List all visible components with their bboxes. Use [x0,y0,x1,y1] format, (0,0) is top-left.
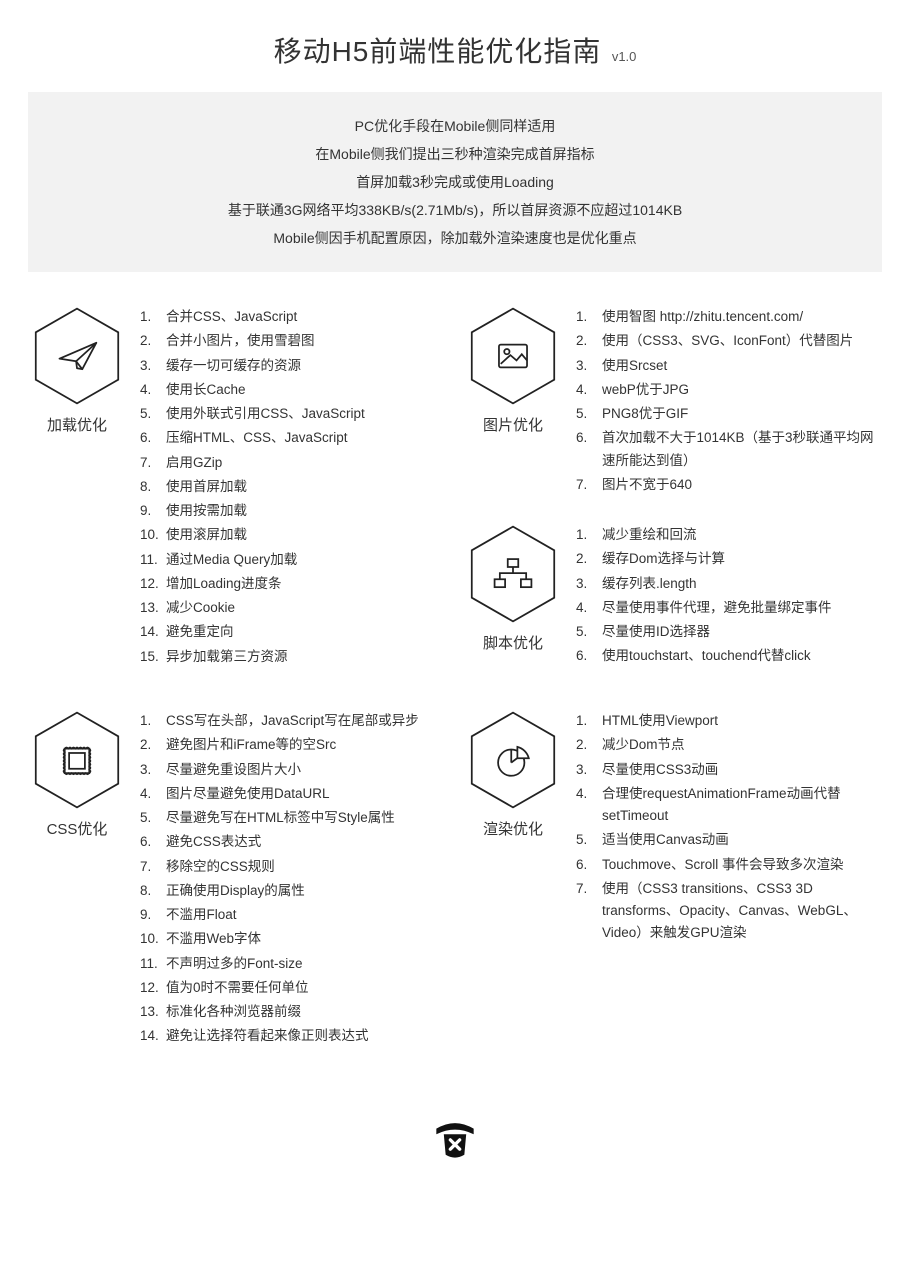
list-item: 合理使requestAnimationFrame动画代替setTimeout [576,783,882,828]
section-css: CSS优化 CSS写在头部，JavaScript写在尾部或异步避免图片和iFra… [28,710,446,1050]
section-load: 加载优化 合并CSS、JavaScript合并小图片，使用雪碧图缓存一切可缓存的… [28,306,446,670]
list-item: 值为0时不需要任何单位 [140,977,419,999]
list-item: 使用（CSS3、SVG、IconFont）代替图片 [576,330,882,352]
footer-logo [28,1110,882,1171]
section-label: CSS优化 [28,818,126,839]
list-item: 避免让选择符看起来像正则表达式 [140,1025,419,1047]
section-label: 渲染优化 [464,818,562,839]
list-render: HTML使用Viewport减少Dom节点尽量使用CSS3动画合理使reques… [576,710,882,947]
list-item: 移除空的CSS规则 [140,856,419,878]
list-item: 使用长Cache [140,379,365,401]
list-item: 尽量避免写在HTML标签中写Style属性 [140,807,419,829]
intro-line: Mobile侧因手机配置原因，除加载外渲染速度也是优化重点 [38,224,872,252]
list-item: 使用（CSS3 transitions、CSS3 3D transforms、O… [576,878,882,945]
list-item: CSS写在头部，JavaScript写在尾部或异步 [140,710,419,732]
list-item: PNG8优于GIF [576,403,882,425]
list-load: 合并CSS、JavaScript合并小图片，使用雪碧图缓存一切可缓存的资源使用长… [140,306,365,670]
intro-line: 基于联通3G网络平均338KB/s(2.71Mb/s)，所以首屏资源不应超过10… [38,196,872,224]
list-item: 合并CSS、JavaScript [140,306,365,328]
list-item: 减少重绘和回流 [576,524,832,546]
stamp-icon [33,710,121,810]
list-item: 正确使用Display的属性 [140,880,419,902]
list-item: Touchmove、Scroll 事件会导致多次渲染 [576,854,882,876]
list-item: 适当使用Canvas动画 [576,829,882,851]
list-item: 避免重定向 [140,621,365,643]
list-item: 图片尽量避免使用DataURL [140,783,419,805]
intro-line: 首屏加载3秒完成或使用Loading [38,168,872,196]
list-item: 使用touchstart、touchend代替click [576,645,832,667]
section-image: 图片优化 使用智图 http://zhitu.tencent.com/使用（CS… [464,306,882,498]
list-item: 使用外联式引用CSS、JavaScript [140,403,365,425]
list-item: 不滥用Float [140,904,419,926]
list-item: 不滥用Web字体 [140,928,419,950]
list-item: 使用按需加载 [140,500,365,522]
image-icon [469,306,557,406]
pie-icon [469,710,557,810]
list-item: 缓存Dom选择与计算 [576,548,832,570]
list-item: 减少Cookie [140,597,365,619]
list-item: 缓存列表.length [576,573,832,595]
list-item: 尽量避免重设图片大小 [140,759,419,781]
list-item: 通过Media Query加载 [140,549,365,571]
tree-icon [469,524,557,624]
list-item: 使用首屏加载 [140,476,365,498]
list-item: 压缩HTML、CSS、JavaScript [140,427,365,449]
list-item: 增加Loading进度条 [140,573,365,595]
list-image: 使用智图 http://zhitu.tencent.com/使用（CSS3、SV… [576,306,882,498]
list-css: CSS写在头部，JavaScript写在尾部或异步避免图片和iFrame等的空S… [140,710,419,1050]
list-item: 标准化各种浏览器前缀 [140,1001,419,1023]
list-item: 尽量使用事件代理，避免批量绑定事件 [576,597,832,619]
section-script: 脚本优化 减少重绘和回流缓存Dom选择与计算缓存列表.length尽量使用事件代… [464,524,882,670]
list-item: webP优于JPG [576,379,882,401]
list-item: 使用智图 http://zhitu.tencent.com/ [576,306,882,328]
list-script: 减少重绘和回流缓存Dom选择与计算缓存列表.length尽量使用事件代理，避免批… [576,524,832,670]
list-item: 图片不宽于640 [576,474,882,496]
list-item: 避免CSS表达式 [140,831,419,853]
page-version: v1.0 [612,49,637,64]
intro-box: PC优化手段在Mobile侧同样适用 在Mobile侧我们提出三秒种渲染完成首屏… [28,92,882,272]
list-item: 尽量使用ID选择器 [576,621,832,643]
list-item: 使用滚屏加载 [140,524,365,546]
list-item: 使用Srcset [576,355,882,377]
list-item: 合并小图片，使用雪碧图 [140,330,365,352]
list-item: 首次加载不大于1014KB（基于3秒联通平均网速所能达到值） [576,427,882,472]
section-render: 渲染优化 HTML使用Viewport减少Dom节点尽量使用CSS3动画合理使r… [464,710,882,1050]
list-item: 避免图片和iFrame等的空Src [140,734,419,756]
section-label: 加载优化 [28,414,126,435]
list-item: 异步加载第三方资源 [140,646,365,668]
list-item: 不声明过多的Font-size [140,953,419,975]
intro-line: PC优化手段在Mobile侧同样适用 [38,112,872,140]
list-item: 缓存一切可缓存的资源 [140,355,365,377]
intro-line: 在Mobile侧我们提出三秒种渲染完成首屏指标 [38,140,872,168]
paper-plane-icon [33,306,121,406]
list-item: 启用GZip [140,452,365,474]
section-label: 图片优化 [464,414,562,435]
list-item: 尽量使用CSS3动画 [576,759,882,781]
list-item: HTML使用Viewport [576,710,882,732]
page-title: 移动H5前端性能优化指南 [274,36,602,67]
section-label: 脚本优化 [464,632,562,653]
list-item: 减少Dom节点 [576,734,882,756]
